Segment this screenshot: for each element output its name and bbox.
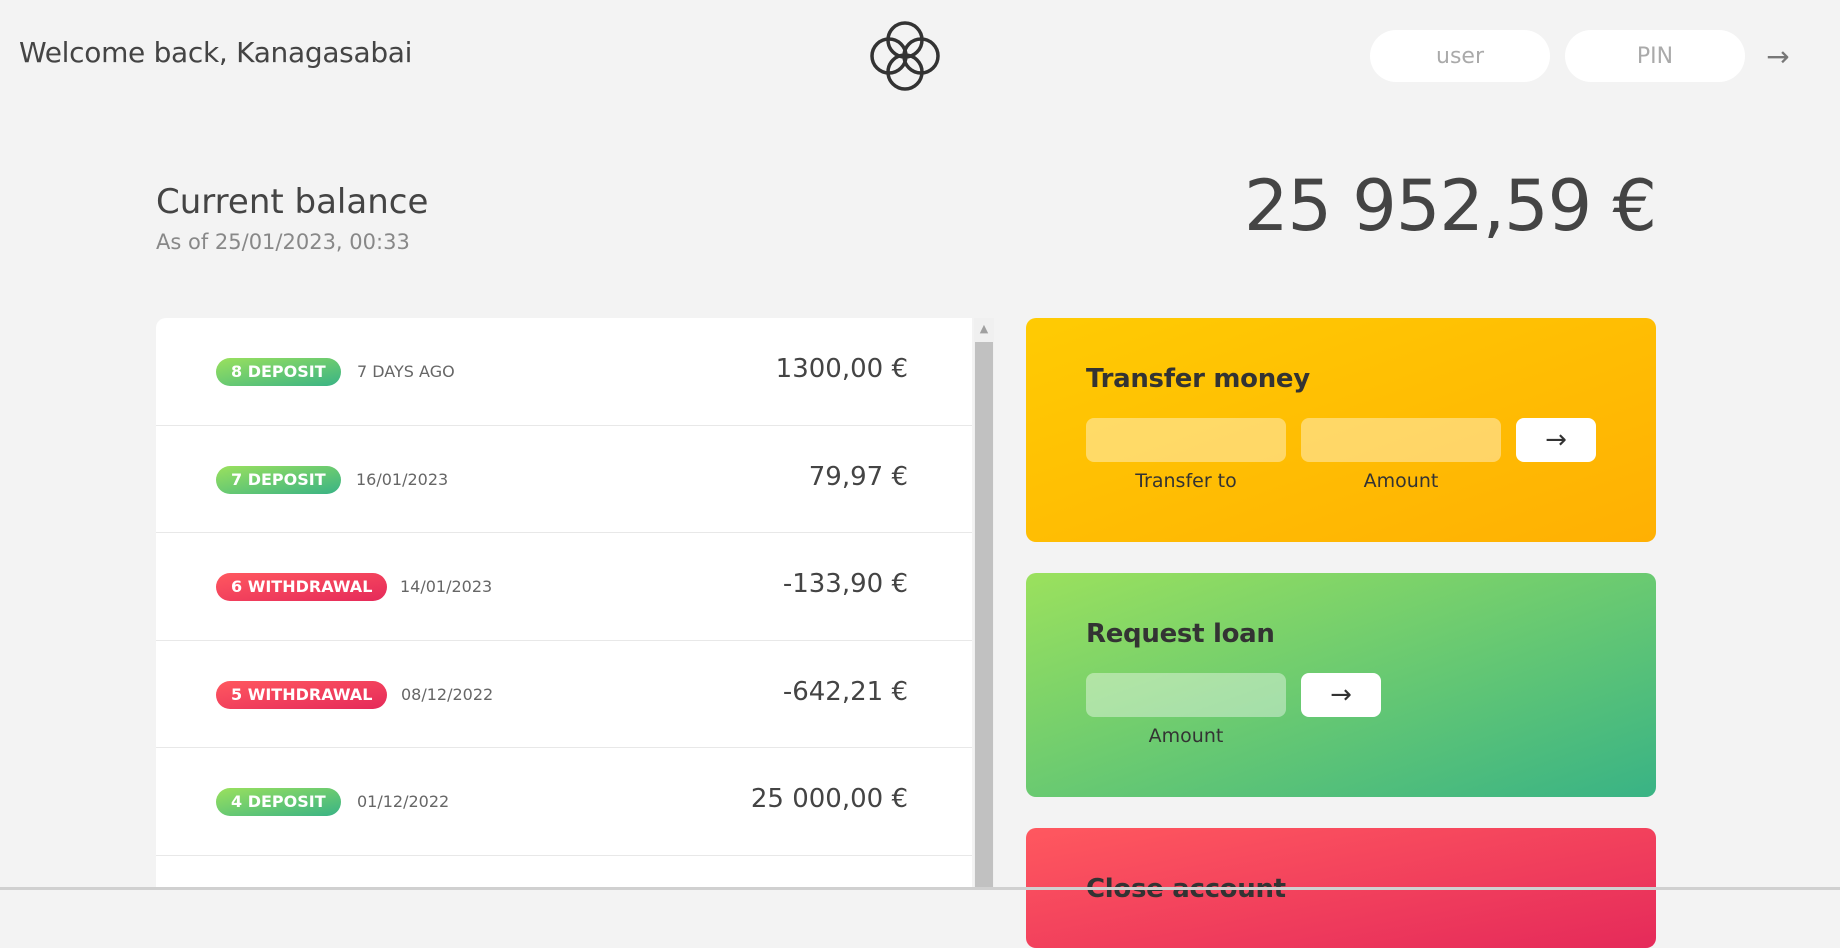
movement-value: -642,21 €	[782, 676, 908, 707]
movement-value: 79,97 €	[808, 461, 908, 492]
movement-date: 08/12/2022	[401, 684, 494, 704]
movement-type-badge: 7 deposit	[216, 465, 341, 494]
movement-type-badge: 8 deposit	[216, 358, 341, 386]
loan-amount-input[interactable]	[1086, 673, 1286, 717]
movement-type-badge: 5 withdrawal	[216, 680, 388, 709]
bank-logo-icon	[870, 21, 940, 91]
transfer-amount-label: Amount	[1363, 470, 1439, 492]
top-nav: Welcome back, Kanagasabai →	[0, 0, 1840, 112]
transfer-form: → Transfer to Amount	[1086, 418, 1596, 492]
loan-panel: Request loan → Amount	[1026, 573, 1656, 797]
transfer-to-input[interactable]	[1086, 418, 1286, 462]
balance-value: 25 952,59 €	[1243, 165, 1657, 247]
movement-type-badge: 4 deposit	[216, 788, 341, 816]
loan-form: → Amount	[1086, 673, 1596, 747]
transfer-panel: Transfer money → Transfer to Amount	[1026, 318, 1656, 542]
movement-date: 14/01/2023	[400, 577, 493, 596]
transfer-title: Transfer money	[1086, 364, 1310, 394]
movement-value: -133,90 €	[782, 569, 908, 599]
movement-date: 01/12/2022	[357, 792, 450, 811]
movement-row: 8 deposit 7 days ago 1300,00 €	[156, 318, 972, 426]
login-user-input[interactable]	[1370, 30, 1550, 82]
movements-list[interactable]: 8 deposit 7 days ago 1300,00 € 7 deposit…	[156, 318, 972, 890]
scroll-up-arrow-icon[interactable]: ▲	[974, 322, 994, 336]
balance-date: As of 25/01/2023, 00:33	[156, 230, 410, 254]
transfer-amount-input[interactable]	[1301, 418, 1501, 462]
transfer-submit-button[interactable]: →	[1516, 418, 1596, 462]
movement-value: 25 000,00 €	[750, 784, 908, 814]
login-pin-input[interactable]	[1565, 30, 1745, 82]
transfer-to-label: Transfer to	[1135, 470, 1237, 492]
balance-label: Current balance	[156, 182, 429, 222]
movement-value: 1300,00 €	[775, 354, 908, 384]
movements-scrollbar[interactable]: ▲	[974, 318, 994, 890]
loan-title: Request loan	[1086, 619, 1275, 649]
movement-row: 7 deposit 16/01/2023 79,97 €	[156, 426, 972, 533]
login-button[interactable]: →	[1758, 36, 1798, 76]
movement-date: 7 days ago	[357, 362, 455, 381]
movement-row: 4 deposit 01/12/2022 25 000,00 €	[156, 748, 972, 856]
movement-date: 16/01/2023	[356, 469, 449, 489]
movement-row: 6 withdrawal 14/01/2023 -133,90 €	[156, 533, 972, 641]
loan-amount-label: Amount	[1148, 725, 1224, 747]
movement-type-badge: 6 withdrawal	[216, 573, 388, 601]
scrollbar-thumb[interactable]	[975, 342, 993, 890]
movement-row: 5 withdrawal 08/12/2022 -642,21 €	[156, 641, 972, 748]
loan-submit-button[interactable]: →	[1301, 673, 1381, 717]
welcome-message: Welcome back, Kanagasabai	[19, 36, 413, 69]
